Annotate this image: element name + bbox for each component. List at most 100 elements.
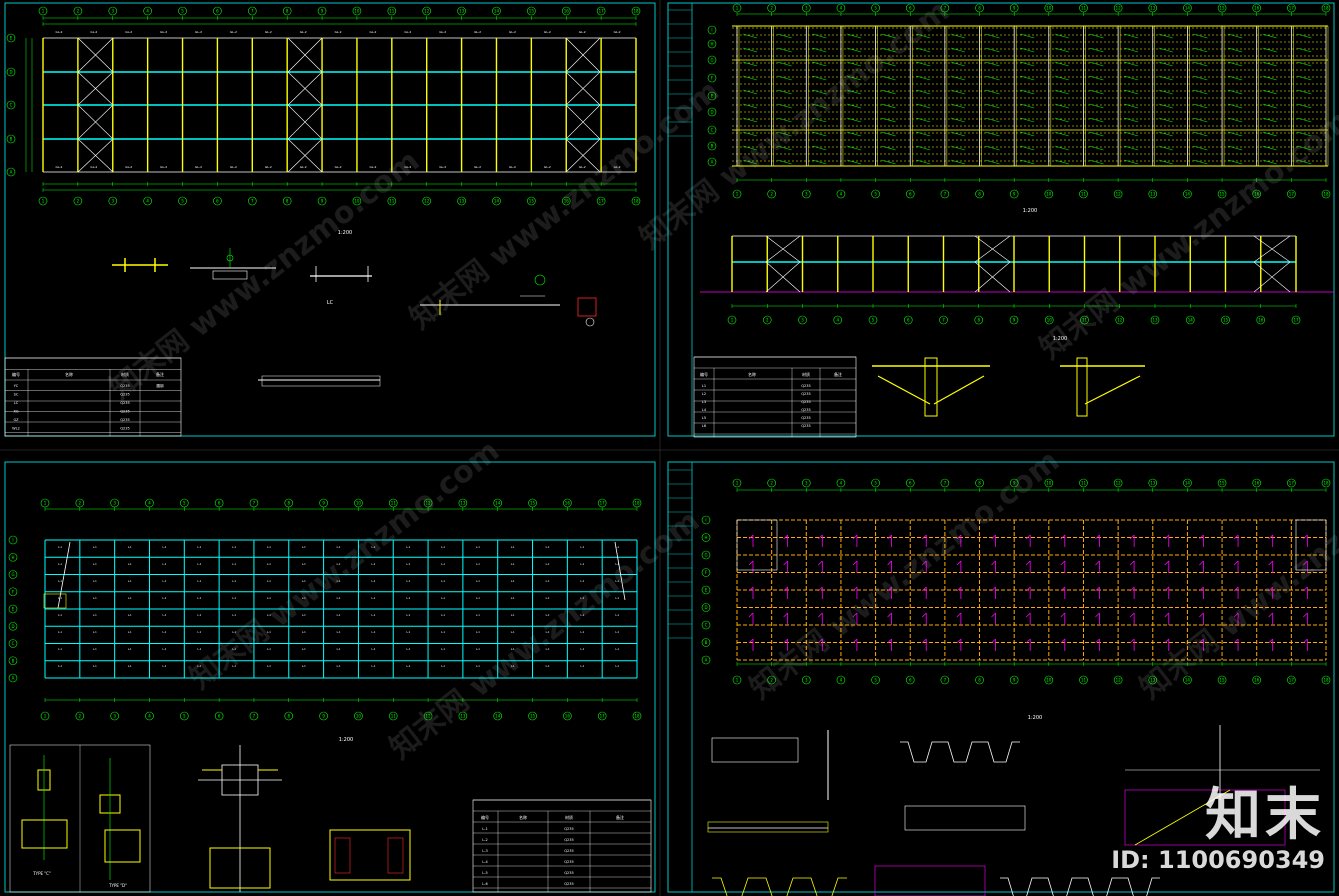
svg-text:Q235: Q235 bbox=[564, 860, 573, 864]
svg-text:18: 18 bbox=[633, 199, 639, 204]
svg-text:L-1: L-1 bbox=[337, 613, 341, 617]
svg-text:7: 7 bbox=[944, 481, 947, 486]
svg-text:9: 9 bbox=[321, 199, 324, 204]
detail-label-lc: LC bbox=[327, 300, 334, 306]
svg-text:LC: LC bbox=[14, 401, 19, 405]
svg-text:13: 13 bbox=[460, 501, 466, 506]
svg-text:L-1: L-1 bbox=[546, 579, 550, 583]
svg-text:Q235: Q235 bbox=[120, 410, 129, 414]
svg-text:编号: 编号 bbox=[12, 371, 20, 377]
svg-text:L-1: L-1 bbox=[476, 545, 480, 549]
svg-text:17: 17 bbox=[1293, 318, 1299, 323]
svg-text:3: 3 bbox=[805, 192, 808, 197]
svg-text:备注: 备注 bbox=[834, 371, 842, 377]
svg-text:L6: L6 bbox=[702, 424, 706, 428]
svg-text:10: 10 bbox=[356, 501, 362, 506]
svg-text:SC: SC bbox=[14, 393, 19, 397]
svg-text:L-1: L-1 bbox=[546, 545, 550, 549]
svg-text:2: 2 bbox=[770, 192, 773, 197]
svg-text:圆钢: 圆钢 bbox=[157, 383, 164, 388]
svg-text:6: 6 bbox=[218, 714, 221, 719]
svg-text:B: B bbox=[705, 640, 708, 645]
cad-drawing-canvas: 1 2 3 4 5 6 7 8 9 10 11 12 13 14 15 16 17 181 2 3 4 5 6 7 8 9 10 11… bbox=[0, 0, 1339, 896]
svg-text:C: C bbox=[10, 103, 13, 108]
svg-text:L-1: L-1 bbox=[128, 630, 132, 634]
svg-text:GL-2: GL-2 bbox=[474, 30, 481, 34]
svg-text:16: 16 bbox=[1258, 318, 1264, 323]
svg-text:GL-2: GL-2 bbox=[300, 165, 307, 169]
svg-text:7: 7 bbox=[253, 501, 256, 506]
svg-text:GL-2: GL-2 bbox=[195, 165, 202, 169]
svg-text:10: 10 bbox=[354, 9, 360, 14]
svg-text:GL-2: GL-2 bbox=[160, 30, 167, 34]
svg-text:名称: 名称 bbox=[65, 371, 73, 377]
svg-text:GL-2: GL-2 bbox=[90, 30, 97, 34]
svg-text:L-1: L-1 bbox=[476, 647, 480, 651]
svg-text:L-1: L-1 bbox=[128, 579, 132, 583]
svg-text:17: 17 bbox=[600, 714, 606, 719]
svg-text:14: 14 bbox=[1188, 318, 1194, 323]
member-table-tr: 编号 名称 材质 备注 L1 Q235 L2 Q235 L3 Q235 L4 Q235 L5 Q235 L6… bbox=[693, 356, 857, 438]
svg-text:编号: 编号 bbox=[481, 814, 489, 820]
svg-text:L-1: L-1 bbox=[482, 827, 487, 831]
svg-text:18: 18 bbox=[1323, 192, 1329, 197]
svg-text:A: A bbox=[711, 160, 714, 165]
svg-text:GL-2: GL-2 bbox=[439, 165, 446, 169]
svg-text:12: 12 bbox=[424, 9, 430, 14]
svg-text:D: D bbox=[9, 70, 12, 75]
svg-text:GZ: GZ bbox=[13, 418, 19, 422]
svg-text:4: 4 bbox=[836, 318, 839, 323]
svg-text:10: 10 bbox=[1047, 318, 1053, 323]
svg-text:3: 3 bbox=[111, 9, 114, 14]
svg-text:3: 3 bbox=[805, 678, 808, 683]
svg-text:10: 10 bbox=[1046, 192, 1052, 197]
svg-text:L-1: L-1 bbox=[197, 613, 201, 617]
svg-text:L-1: L-1 bbox=[58, 630, 62, 634]
svg-text:GL-2: GL-2 bbox=[439, 30, 446, 34]
svg-text:1: 1 bbox=[44, 714, 47, 719]
svg-text:4: 4 bbox=[840, 481, 843, 486]
svg-text:10: 10 bbox=[1046, 678, 1052, 683]
svg-text:6: 6 bbox=[909, 481, 912, 486]
svg-text:12: 12 bbox=[1116, 678, 1122, 683]
svg-text:GL-2: GL-2 bbox=[265, 165, 272, 169]
svg-text:L-3: L-3 bbox=[482, 849, 487, 853]
svg-text:5: 5 bbox=[181, 199, 184, 204]
svg-text:GL-2: GL-2 bbox=[56, 165, 63, 169]
diagonal-watermark-text: 知末网 www.znzmo.com bbox=[1033, 103, 1339, 366]
svg-text:12: 12 bbox=[1116, 6, 1122, 11]
diagonal-watermark-text: 知末网 www.znzmo.com bbox=[743, 443, 1066, 706]
svg-text:Q235: Q235 bbox=[120, 427, 129, 431]
svg-text:13: 13 bbox=[1152, 318, 1158, 323]
svg-text:Q235: Q235 bbox=[801, 392, 810, 396]
svg-text:F: F bbox=[705, 570, 708, 575]
svg-text:GL-2: GL-2 bbox=[544, 165, 551, 169]
svg-text:L-1: L-1 bbox=[580, 647, 584, 651]
svg-text:L-1: L-1 bbox=[406, 596, 410, 600]
svg-text:名称: 名称 bbox=[748, 371, 756, 377]
svg-text:L-1: L-1 bbox=[93, 630, 97, 634]
svg-text:L-1: L-1 bbox=[302, 562, 306, 566]
diagonal-watermark-text: 知末网 www.znzmo.com bbox=[1133, 443, 1339, 706]
svg-text:11: 11 bbox=[1081, 678, 1087, 683]
detail-label-type-c: TYPE "C" bbox=[32, 871, 51, 876]
svg-text:L-1: L-1 bbox=[615, 664, 619, 668]
svg-text:GL-2: GL-2 bbox=[125, 30, 132, 34]
svg-text:A: A bbox=[10, 170, 13, 175]
svg-text:L-1: L-1 bbox=[302, 630, 306, 634]
svg-text:L-1: L-1 bbox=[302, 647, 306, 651]
svg-text:L-1: L-1 bbox=[163, 647, 167, 651]
svg-text:2: 2 bbox=[79, 714, 82, 719]
svg-text:L-1: L-1 bbox=[580, 545, 584, 549]
svg-text:6: 6 bbox=[216, 9, 219, 14]
svg-text:L-1: L-1 bbox=[546, 596, 550, 600]
svg-text:L-1: L-1 bbox=[546, 664, 550, 668]
svg-text:L-1: L-1 bbox=[58, 545, 62, 549]
svg-text:10: 10 bbox=[356, 714, 362, 719]
svg-text:15: 15 bbox=[530, 501, 536, 506]
svg-text:L-1: L-1 bbox=[615, 630, 619, 634]
svg-text:L-1: L-1 bbox=[163, 664, 167, 668]
svg-text:A: A bbox=[705, 658, 708, 663]
svg-text:13: 13 bbox=[1150, 192, 1156, 197]
svg-text:12: 12 bbox=[1116, 481, 1122, 486]
